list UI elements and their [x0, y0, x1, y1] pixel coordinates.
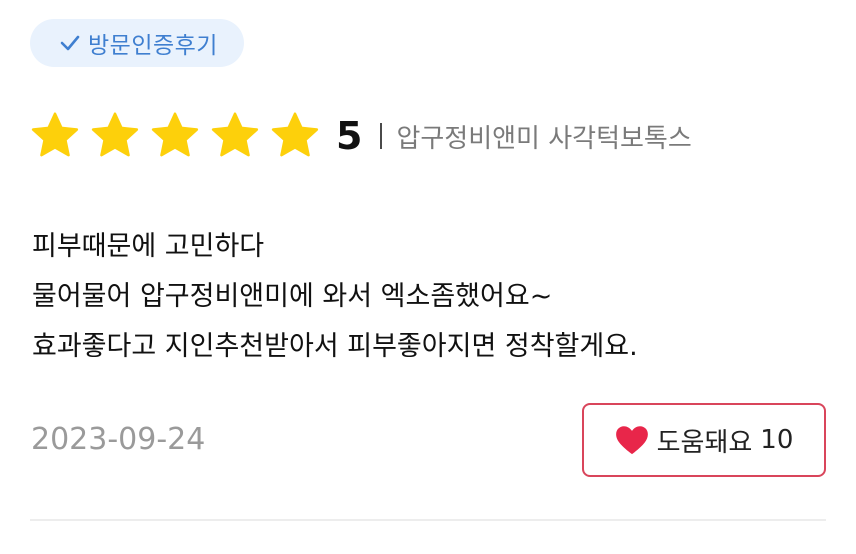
checkmark-icon [60, 35, 80, 51]
star-icon [270, 112, 320, 160]
heart-icon [615, 425, 649, 455]
review-line: 물어물어 압구정비앤미에 와서 엑소좀했어요~ [32, 281, 553, 312]
review-line: 효과좋다고 지인추천받아서 피부좋아지면 정착할게요. [32, 331, 638, 362]
review-text: 피부때문에 고민하다 물어물어 압구정비앤미에 와서 엑소좀했어요~ 효과좋다고… [32, 222, 638, 372]
section-divider [30, 519, 826, 521]
review-line: 피부때문에 고민하다 [32, 231, 265, 262]
badge-label: 방문인증후기 [88, 33, 218, 59]
review-date: 2023-09-24 [31, 422, 206, 457]
star-icon [90, 112, 140, 160]
treatment-name: 압구정비앤미 사각턱보톡스 [396, 123, 692, 154]
visit-verified-badge: 방문인증후기 [30, 19, 244, 67]
star-icon [210, 112, 260, 160]
helpful-count: 10 [760, 425, 794, 455]
rating-row: 5 압구정비앤미 사각턱보톡스 [30, 106, 692, 166]
star-rating [30, 112, 330, 160]
helpful-button[interactable]: 도움돼요 10 [582, 403, 826, 477]
helpful-label: 도움돼요 [656, 427, 753, 458]
star-icon [30, 112, 80, 160]
rating-score: 5 [336, 114, 363, 158]
vertical-divider [380, 123, 383, 149]
star-icon [150, 112, 200, 160]
